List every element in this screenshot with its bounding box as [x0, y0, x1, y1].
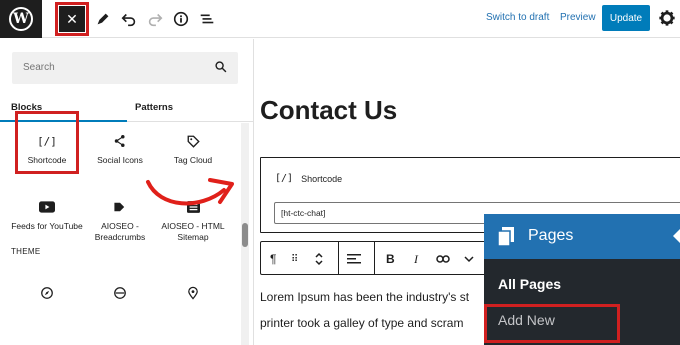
block-label: Feeds for YouTube: [11, 221, 83, 231]
align-icon[interactable]: [347, 251, 361, 267]
wordpress-w-icon: W: [9, 7, 33, 31]
info-icon: [173, 11, 189, 27]
pencil-icon: [97, 13, 109, 25]
gear-icon: [659, 10, 675, 26]
switch-to-draft-link[interactable]: Switch to draft: [486, 12, 549, 23]
share-icon: [82, 130, 158, 152]
search-icon: [214, 60, 228, 79]
paragraph-icon[interactable]: ¶: [270, 251, 276, 267]
chevron-down-icon[interactable]: [464, 251, 474, 267]
bold-button[interactable]: B: [386, 251, 395, 267]
shortcode-highlight-box: [15, 111, 79, 174]
block-feeds-for-youtube[interactable]: Feeds for YouTube: [9, 196, 85, 232]
all-pages-link[interactable]: All Pages: [498, 276, 561, 292]
add-new-highlight-box: [484, 304, 620, 343]
block-social-icons[interactable]: Social Icons: [82, 130, 158, 166]
undo-button[interactable]: [118, 8, 140, 30]
navigation-icon[interactable]: [113, 286, 127, 305]
wordpress-logo[interactable]: W: [0, 0, 42, 38]
block-label: Social Icons: [97, 155, 143, 165]
close-icon: ✕: [66, 10, 78, 27]
list-view-button[interactable]: [196, 8, 218, 30]
shortcode-icon: [/]: [275, 173, 294, 184]
block-label: AIOSEO - Breadcrumbs: [94, 221, 146, 242]
drag-handle-icon[interactable]: ⠿: [291, 251, 298, 267]
inserter-scrollbar[interactable]: [241, 123, 249, 345]
red-arrow-annotation: [146, 178, 234, 206]
tab-patterns[interactable]: Patterns: [135, 102, 173, 113]
paragraph-line[interactable]: Lorem Ipsum has been the industry's st: [260, 290, 469, 304]
tag-icon: [155, 130, 231, 152]
scrollbar-thumb[interactable]: [242, 223, 248, 247]
map-pin-icon[interactable]: [186, 286, 200, 305]
block-toolbar: ¶ ⠿ B I: [260, 241, 490, 275]
search-placeholder: Search: [23, 62, 55, 73]
paragraph-line[interactable]: printer took a galley of type and scram: [260, 316, 463, 330]
pages-icon: [495, 225, 517, 252]
page-title[interactable]: Contact Us: [260, 95, 397, 126]
pages-menu-header[interactable]: Pages: [484, 214, 680, 259]
block-label: Tag Cloud: [173, 155, 213, 165]
youtube-icon: [9, 196, 85, 218]
pages-menu-title: Pages: [528, 227, 574, 244]
shortcode-block-title: Shortcode: [301, 173, 343, 184]
compass-icon[interactable]: [40, 286, 54, 305]
shortcode-block-header: [/] Shortcode: [275, 173, 342, 184]
update-button[interactable]: Update: [602, 5, 650, 31]
top-toolbar: W ✕ Switch to draft Preview Update: [0, 0, 680, 38]
close-inserter-button[interactable]: ✕: [55, 2, 89, 36]
menu-notch: [673, 229, 680, 243]
block-tag-cloud[interactable]: Tag Cloud: [155, 130, 231, 166]
section-heading-theme: THEME: [11, 247, 41, 256]
block-search-input[interactable]: Search: [12, 52, 238, 84]
details-button[interactable]: [170, 8, 192, 30]
redo-button[interactable]: [144, 8, 166, 30]
list-view-icon: [200, 14, 214, 24]
block-label: AIOSEO - HTML Sitemap: [161, 221, 225, 242]
settings-button[interactable]: [658, 9, 676, 32]
redo-icon: [148, 13, 163, 27]
undo-icon: [121, 13, 136, 27]
toolbar-separator: [374, 242, 375, 274]
preview-link[interactable]: Preview: [560, 12, 596, 23]
move-up-down-icon[interactable]: [314, 251, 324, 267]
tools-button[interactable]: [92, 8, 114, 30]
toolbar-separator: [338, 242, 339, 274]
link-icon[interactable]: [436, 251, 450, 267]
italic-button[interactable]: I: [414, 251, 418, 267]
